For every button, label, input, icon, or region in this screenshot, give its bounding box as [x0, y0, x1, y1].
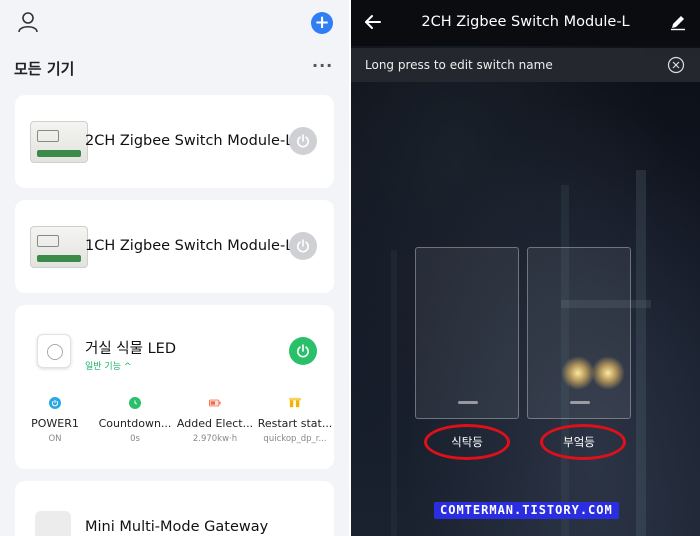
power-icon	[49, 397, 61, 409]
device-name: 1CH Zigbee Switch Module-L	[85, 238, 294, 254]
device-card[interactable]: 거실 식물 LED 일반 기능 ^ POWER1 ON Countdown...…	[15, 305, 334, 469]
battery-icon	[209, 397, 221, 409]
power-icon	[297, 239, 309, 253]
device-name: 거실 식물 LED	[85, 341, 176, 357]
function-label: POWER1	[31, 417, 79, 430]
close-icon[interactable]	[667, 56, 685, 74]
clock-icon	[129, 397, 141, 409]
device-name: 2CH Zigbee Switch Module-L	[85, 133, 294, 149]
restart-icon	[289, 397, 301, 409]
watermark: COMTERMAN.TISTORY.COM	[434, 502, 619, 519]
switch-control-screen: 2CH Zigbee Switch Module-L Long press to…	[351, 0, 700, 536]
device-card[interactable]: Mini Multi-Mode Gateway	[15, 481, 334, 536]
highlight-annotation	[540, 424, 626, 460]
common-functions-toggle[interactable]: 일반 기능 ^	[85, 359, 131, 372]
background-window-frame	[636, 170, 646, 536]
function-value: quickop_dp_r...	[263, 434, 327, 444]
device-card[interactable]: 2CH Zigbee Switch Module-L	[15, 95, 334, 188]
switch-indicator	[570, 401, 590, 404]
switch-button-1[interactable]	[415, 247, 519, 419]
edit-icon[interactable]	[669, 13, 687, 31]
top-bar: +	[0, 0, 349, 46]
device-thumbnail	[30, 121, 88, 163]
power-toggle-button[interactable]	[289, 127, 317, 155]
function-label: Added Elect...	[176, 417, 254, 430]
function-grid: POWER1 ON Countdown... 0s Added Elect...…	[15, 397, 334, 457]
function-value: 2.970kw·h	[192, 434, 238, 444]
top-bar: 2CH Zigbee Switch Module-L	[351, 0, 700, 46]
device-list-screen: + 모든 기기 ··· 2CH Zigbee Switch Module-L 1…	[0, 0, 349, 536]
user-icon[interactable]	[17, 11, 39, 33]
function-item-added-electricity[interactable]: Added Elect... 2.970kw·h	[175, 397, 255, 444]
add-device-button[interactable]: +	[311, 12, 333, 34]
power-toggle-button[interactable]	[289, 232, 317, 260]
power-icon	[297, 134, 309, 148]
highlight-annotation	[424, 424, 510, 460]
function-label: Countdown...	[98, 417, 172, 430]
device-name: Mini Multi-Mode Gateway	[85, 519, 269, 535]
page-title: 2CH Zigbee Switch Module-L	[421, 14, 630, 30]
switch-indicator	[458, 401, 478, 404]
function-value: 0s	[130, 434, 140, 444]
function-value: ON	[48, 434, 62, 444]
switch-button-2[interactable]	[527, 247, 631, 419]
power-toggle-button[interactable]	[289, 337, 317, 365]
device-thumbnail	[30, 226, 88, 268]
notice-text: Long press to edit switch name	[365, 58, 553, 72]
more-options-button[interactable]: ···	[312, 56, 333, 75]
smart-plug-thumbnail	[37, 334, 71, 368]
background-window-frame	[391, 250, 397, 536]
gateway-thumbnail	[35, 511, 71, 536]
function-item-restart-status[interactable]: Restart stat... quickop_dp_r...	[255, 397, 335, 444]
function-label: Restart stat...	[257, 417, 333, 430]
section-title: 모든 기기	[14, 60, 75, 78]
function-item-countdown[interactable]: Countdown... 0s	[95, 397, 175, 444]
device-card[interactable]: 1CH Zigbee Switch Module-L	[15, 200, 334, 293]
power-icon	[297, 344, 309, 358]
notice-banner: Long press to edit switch name	[351, 48, 700, 82]
function-item-power1[interactable]: POWER1 ON	[15, 397, 95, 444]
